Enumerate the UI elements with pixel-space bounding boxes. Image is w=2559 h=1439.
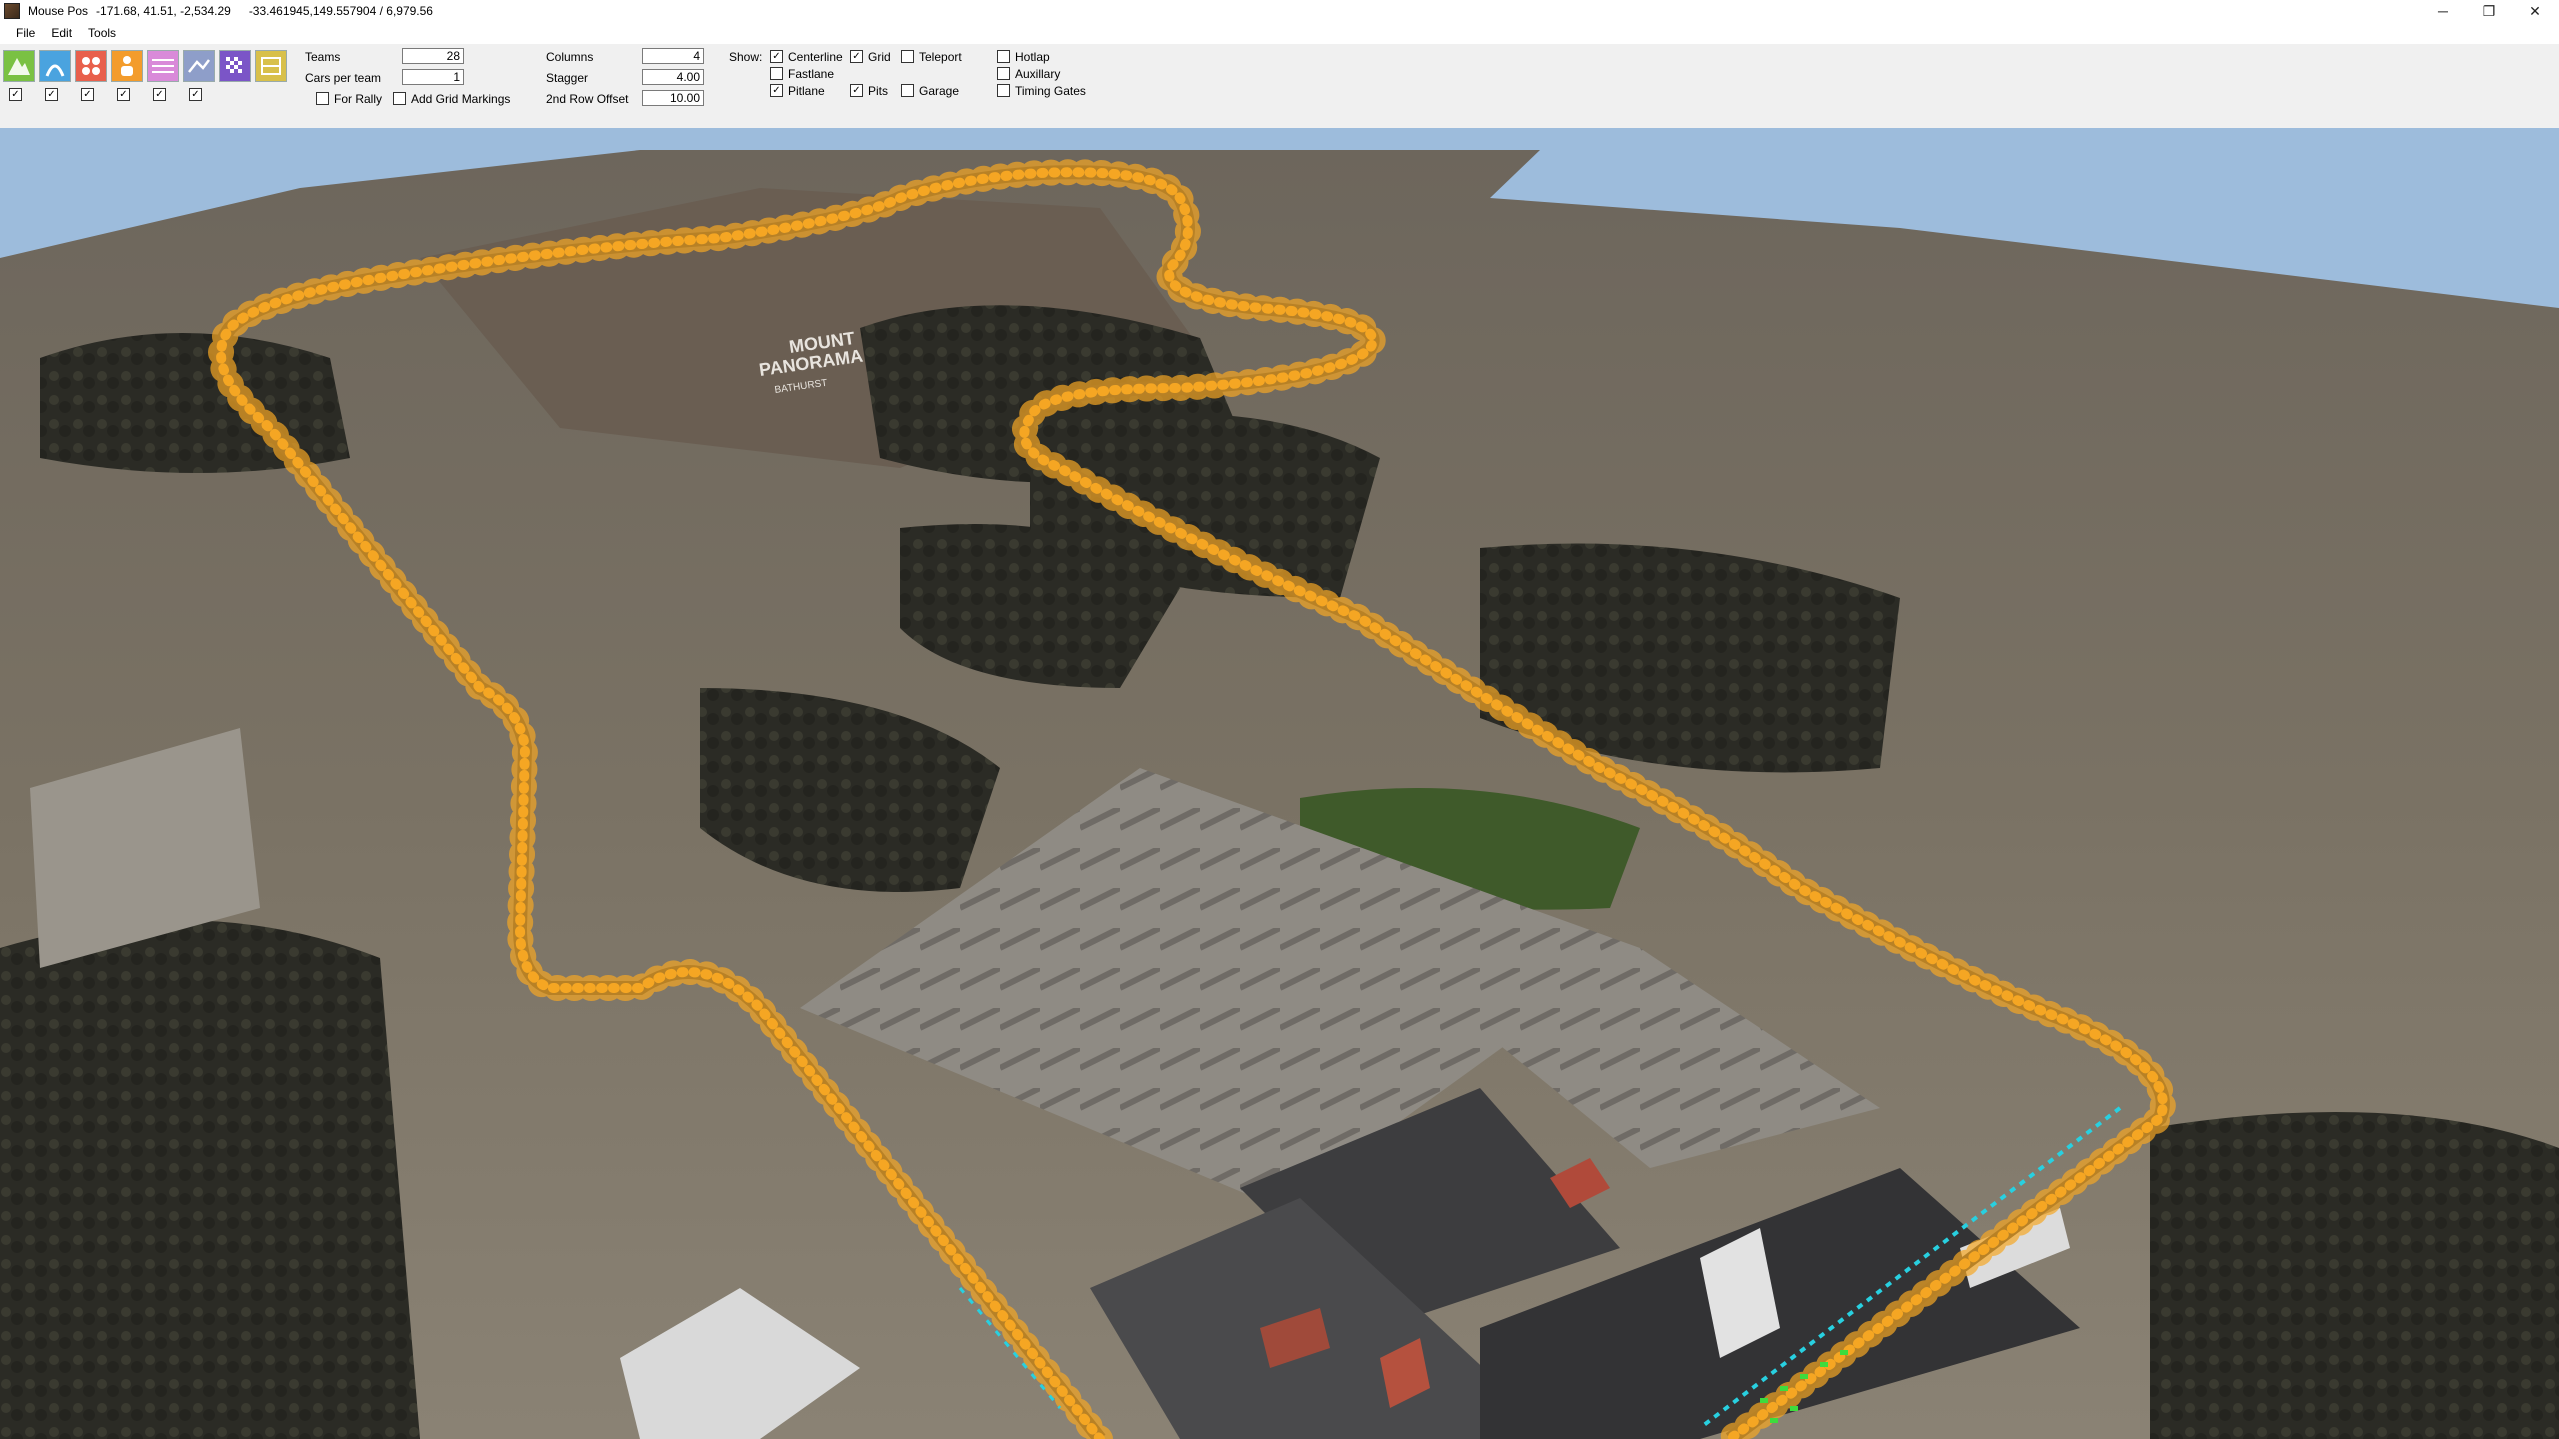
- cars-icon: [82, 57, 100, 75]
- app-icon: [4, 3, 20, 19]
- menu-file[interactable]: File: [8, 26, 43, 40]
- flag-tool-button[interactable]: [219, 50, 251, 82]
- timing-gates-label: Timing Gates: [1015, 84, 1086, 98]
- tool-check-5[interactable]: ✓: [153, 88, 166, 101]
- tool-check-6[interactable]: ✓: [189, 88, 202, 101]
- menu-bar: File Edit Tools: [0, 22, 2559, 44]
- 3d-viewport[interactable]: MOUNT PANORAMA BATHURST: [0, 128, 2559, 1439]
- timing-gates-checkbox[interactable]: [997, 84, 1010, 97]
- pits-checkbox[interactable]: ✓: [850, 84, 863, 97]
- tool-check-3[interactable]: ✓: [81, 88, 94, 101]
- hotlap-checkbox[interactable]: [997, 50, 1010, 63]
- toolbar: ✓ ✓ ✓ ✓ ✓ ✓ Teams 28 Cars per team 1 For…: [0, 44, 2559, 128]
- row-offset-input[interactable]: 10.00: [642, 90, 704, 106]
- grid-tool-button[interactable]: [147, 50, 179, 82]
- mountain-icon: [8, 58, 30, 75]
- grid-label: Grid: [868, 50, 891, 64]
- teams-label: Teams: [305, 50, 341, 64]
- pits-label: Pits: [868, 84, 889, 98]
- hotlap-label: Hotlap: [1015, 50, 1050, 64]
- cars-per-team-label: Cars per team: [305, 71, 382, 85]
- garage-checkbox[interactable]: [901, 84, 914, 97]
- flag-icon: [226, 57, 242, 73]
- pitlane-checkbox[interactable]: ✓: [770, 84, 783, 97]
- pit-icon: [188, 59, 210, 73]
- show-label: Show:: [729, 50, 763, 64]
- close-button[interactable]: ✕: [2512, 0, 2558, 22]
- fastlane-label: Fastlane: [788, 67, 835, 81]
- pit-tool-button[interactable]: [183, 50, 215, 82]
- minimize-button[interactable]: ─: [2420, 0, 2466, 22]
- fastlane-checkbox[interactable]: [770, 67, 783, 80]
- gate-tool-button[interactable]: [255, 50, 287, 82]
- columns-input[interactable]: 4: [642, 48, 704, 64]
- terrain-tool-button[interactable]: [3, 50, 35, 82]
- road-icon: [45, 64, 65, 77]
- centerline-label: Centerline: [788, 50, 843, 64]
- road-tool-button[interactable]: [39, 50, 71, 82]
- row-offset-label: 2nd Row Offset: [546, 92, 629, 106]
- garage-label: Garage: [919, 84, 960, 98]
- geo-coords-readout: -33.461945,149.557904 / 6,979.56: [248, 4, 433, 18]
- tool-check-2[interactable]: ✓: [45, 88, 58, 101]
- menu-edit[interactable]: Edit: [43, 26, 80, 40]
- stagger-input[interactable]: 4.00: [642, 69, 704, 85]
- pitlane-label: Pitlane: [788, 84, 825, 98]
- teams-input[interactable]: 28: [402, 48, 464, 64]
- add-grid-markings-label: Add Grid Markings: [411, 92, 511, 106]
- cars-tool-button[interactable]: [75, 50, 107, 82]
- columns-label: Columns: [546, 50, 594, 64]
- grid-checkbox[interactable]: ✓: [850, 50, 863, 63]
- menu-tools[interactable]: Tools: [80, 26, 124, 40]
- stagger-label: Stagger: [546, 71, 589, 85]
- person-icon: [121, 56, 133, 76]
- centerline-checkbox[interactable]: ✓: [770, 50, 783, 63]
- title-bar: Mouse Pos -171.68, 41.51, -2,534.29 -33.…: [0, 0, 2559, 22]
- teleport-label: Teleport: [919, 50, 962, 64]
- for-rally-label: For Rally: [334, 92, 383, 106]
- person-tool-button[interactable]: [111, 50, 143, 82]
- cars-per-team-input[interactable]: 1: [402, 69, 464, 85]
- add-grid-markings-checkbox[interactable]: [393, 92, 406, 105]
- for-rally-checkbox[interactable]: [316, 92, 329, 105]
- grid-icon: [152, 59, 174, 73]
- gate-icon: [261, 57, 281, 75]
- window-title: Mouse Pos: [28, 4, 89, 18]
- tool-check-1[interactable]: ✓: [9, 88, 22, 101]
- auxillary-checkbox[interactable]: [997, 67, 1010, 80]
- tool-check-4[interactable]: ✓: [117, 88, 130, 101]
- teleport-checkbox[interactable]: [901, 50, 914, 63]
- mouse-pos-readout: -171.68, 41.51, -2,534.29: [96, 4, 231, 18]
- maximize-button[interactable]: ❐: [2466, 0, 2512, 22]
- auxillary-label: Auxillary: [1015, 67, 1061, 81]
- terrain-scene[interactable]: MOUNT PANORAMA BATHURST: [0, 128, 2559, 1439]
